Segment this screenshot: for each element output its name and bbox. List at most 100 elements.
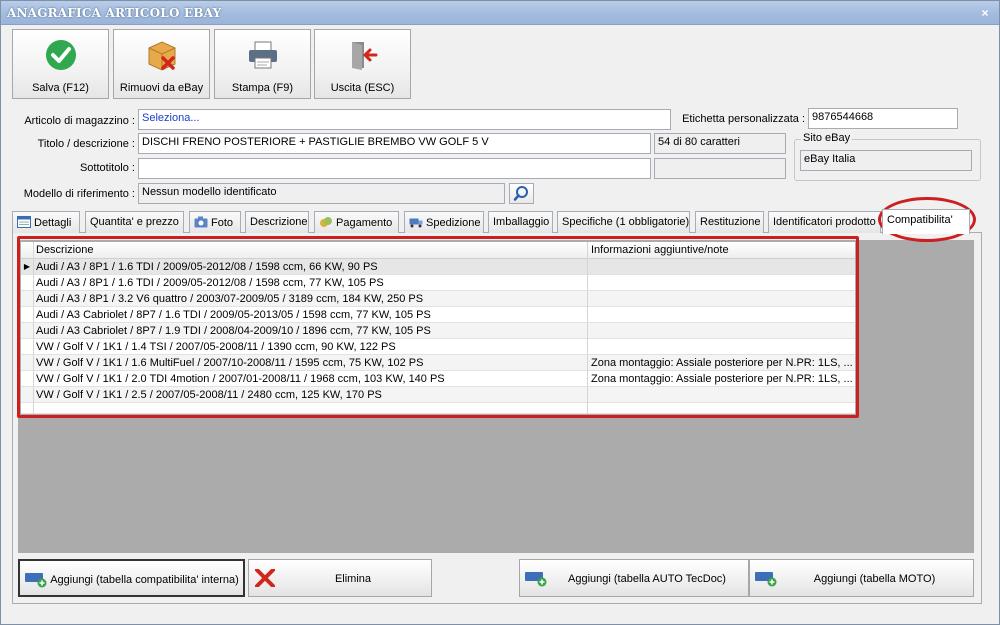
title-bar: ANAGRAFICA ARTICOLO EBAY ×	[1, 1, 999, 25]
subtitle-count	[654, 158, 786, 179]
cell-informazioni	[588, 387, 854, 403]
tab-identificatori-prodotto-label: Identificatori prodotto	[773, 216, 876, 228]
table-row[interactable]: VW / Golf V / 1K1 / 2.5 / 2007/05-2008/1…	[21, 387, 855, 403]
table-row[interactable]: VW / Golf V / 1K1 / 1.4 TSI / 2007/05-20…	[21, 339, 855, 355]
tab-strip: Dettagli Quantita' e prezzo Foto Descriz…	[12, 209, 992, 234]
check-icon	[46, 40, 76, 70]
new-row[interactable]	[21, 403, 855, 414]
payment-icon	[320, 217, 332, 227]
tab-restituzione-label: Restituzione	[700, 216, 761, 228]
window-title: ANAGRAFICA ARTICOLO EBAY	[7, 6, 222, 20]
tab-foto-label: Foto	[211, 217, 234, 229]
printer-icon	[249, 41, 277, 69]
add-tecdoc-label: Aggiungi (tabella AUTO TecDoc)	[568, 573, 726, 585]
table-row[interactable]: VW / Golf V / 1K1 / 2.0 TDI 4motion / 20…	[21, 371, 855, 387]
add-card-icon	[25, 573, 47, 588]
grid-divider	[33, 242, 34, 414]
exit-label: Uscita (ESC)	[330, 82, 395, 94]
tab-specifiche[interactable]: Specifiche (1 obbligatorie)	[557, 211, 690, 233]
exit-button[interactable]: Uscita (ESC)	[314, 29, 411, 99]
add-moto-button[interactable]: Aggiungi (tabella MOTO)	[749, 559, 974, 597]
add-internal-label: Aggiungi (tabella compatibilita' interna…	[50, 574, 239, 586]
tab-spedizione[interactable]: Spedizione	[404, 211, 484, 233]
cell-descrizione: Audi / A3 Cabriolet / 8P7 / 1.9 TDI / 20…	[36, 325, 431, 337]
column-header-informazioni[interactable]: Informazioni aggiuntive/note	[588, 242, 854, 258]
remove-ebay-button[interactable]: Rimuovi da eBay	[113, 29, 210, 99]
current-row-indicator: ▶	[23, 262, 31, 271]
article-label: Articolo di magazzino :	[24, 115, 135, 127]
cell-descrizione: VW / Golf V / 1K1 / 1.6 MultiFuel / 2007…	[36, 357, 424, 369]
grid-header: Descrizione Informazioni aggiuntive/note	[21, 242, 855, 259]
cell-informazioni: Zona montaggio: Assiale posteriore per N…	[591, 373, 853, 385]
print-button[interactable]: Stampa (F9)	[214, 29, 311, 99]
cell-informazioni	[588, 291, 854, 307]
box-remove-icon	[148, 41, 176, 71]
table-row[interactable]: ▶ Audi / A3 / 8P1 / 1.6 TDI / 2009/05-20…	[21, 259, 855, 275]
column-header-descrizione[interactable]: Descrizione	[33, 242, 587, 258]
print-label: Stampa (F9)	[231, 82, 294, 94]
add-internal-button[interactable]: Aggiungi (tabella compatibilita' interna…	[18, 559, 245, 597]
custom-label-field[interactable]: 9876544668	[808, 108, 958, 129]
cell-informazioni	[588, 323, 854, 339]
save-button[interactable]: Salva (F12)	[12, 29, 109, 99]
add-moto-label: Aggiungi (tabella MOTO)	[813, 573, 936, 585]
delete-button[interactable]: Elimina	[248, 559, 432, 597]
table-row[interactable]: Audi / A3 Cabriolet / 8P7 / 1.9 TDI / 20…	[21, 323, 855, 339]
title-label: Titolo / descrizione :	[37, 138, 135, 150]
tab-specifiche-label: Specifiche (1 obbligatorie)	[562, 216, 690, 228]
tab-dettagli[interactable]: Dettagli	[12, 211, 80, 233]
tab-dettagli-label: Dettagli	[34, 217, 72, 229]
cell-informazioni	[588, 339, 854, 355]
table-row[interactable]: Audi / A3 / 8P1 / 3.2 V6 quattro / 2003/…	[21, 291, 855, 307]
exit-door-icon	[352, 42, 378, 70]
ebay-site-field: eBay Italia	[800, 150, 972, 171]
cell-descrizione: VW / Golf V / 1K1 / 2.0 TDI 4motion / 20…	[36, 373, 445, 385]
delete-label: Elimina	[334, 573, 372, 585]
cell-descrizione: Audi / A3 / 8P1 / 1.6 TDI / 2009/05-2012…	[36, 277, 384, 289]
cell-informazioni	[588, 307, 854, 323]
tab-compatibilita-label: Compatibilita'	[887, 214, 953, 226]
grid-divider	[587, 242, 588, 414]
tab-identificatori-prodotto[interactable]: Identificatori prodotto	[768, 211, 881, 233]
tab-quantita-prezzo-label: Quantita' e prezzo	[90, 216, 179, 228]
subtitle-field[interactable]	[138, 158, 651, 179]
tab-pagamento[interactable]: Pagamento	[314, 211, 399, 233]
subtitle-label: Sottotitolo :	[79, 162, 135, 174]
add-card-icon	[755, 572, 777, 587]
camera-icon	[194, 216, 208, 228]
table-row[interactable]: Audi / A3 / 8P1 / 1.6 TDI / 2009/05-2012…	[21, 275, 855, 291]
cell-descrizione: VW / Golf V / 1K1 / 2.5 / 2007/05-2008/1…	[36, 389, 382, 401]
cell-informazioni: Zona montaggio: Assiale posteriore per N…	[591, 357, 853, 369]
ebay-site-group-title: Sito eBay	[801, 132, 853, 144]
add-tecdoc-button[interactable]: Aggiungi (tabella AUTO TecDoc)	[519, 559, 749, 597]
search-icon	[513, 186, 528, 201]
model-search-button[interactable]	[509, 183, 534, 204]
title-field[interactable]: DISCHI FRENO POSTERIORE + PASTIGLIE BREM…	[138, 133, 651, 154]
cell-descrizione: Audi / A3 / 8P1 / 1.6 TDI / 2009/05-2012…	[36, 261, 378, 273]
model-field: Nessun modello identificato	[138, 183, 505, 204]
article-field[interactable]: Seleziona...	[138, 109, 671, 130]
tab-quantita-prezzo[interactable]: Quantita' e prezzo	[85, 211, 184, 233]
tab-imballaggio-label: Imballaggio	[493, 216, 550, 228]
truck-icon	[409, 218, 423, 228]
close-icon[interactable]: ×	[979, 7, 991, 19]
cell-informazioni	[588, 275, 854, 291]
tab-restituzione[interactable]: Restituzione	[695, 211, 764, 233]
tab-spedizione-label: Spedizione	[426, 217, 481, 229]
tab-foto[interactable]: Foto	[189, 211, 241, 233]
save-label: Salva (F12)	[32, 82, 89, 94]
table-row[interactable]: Audi / A3 Cabriolet / 8P7 / 1.6 TDI / 20…	[21, 307, 855, 323]
char-count: 54 di 80 caratteri	[654, 133, 786, 154]
details-icon	[17, 216, 31, 228]
tab-descrizione[interactable]: Descrizione	[245, 211, 309, 233]
window: ANAGRAFICA ARTICOLO EBAY × Salva (F12) R…	[0, 0, 1000, 625]
tab-pagamento-label: Pagamento	[336, 217, 393, 229]
add-card-icon	[525, 572, 547, 587]
tab-compatibilita[interactable]: Compatibilita'	[882, 209, 970, 234]
tab-imballaggio[interactable]: Imballaggio	[488, 211, 553, 233]
cell-informazioni	[588, 259, 854, 275]
compatibility-grid: Descrizione Informazioni aggiuntive/note…	[21, 242, 855, 414]
model-label: Modello di riferimento :	[23, 188, 135, 200]
cell-descrizione: VW / Golf V / 1K1 / 1.4 TSI / 2007/05-20…	[36, 341, 396, 353]
table-row[interactable]: VW / Golf V / 1K1 / 1.6 MultiFuel / 2007…	[21, 355, 855, 371]
